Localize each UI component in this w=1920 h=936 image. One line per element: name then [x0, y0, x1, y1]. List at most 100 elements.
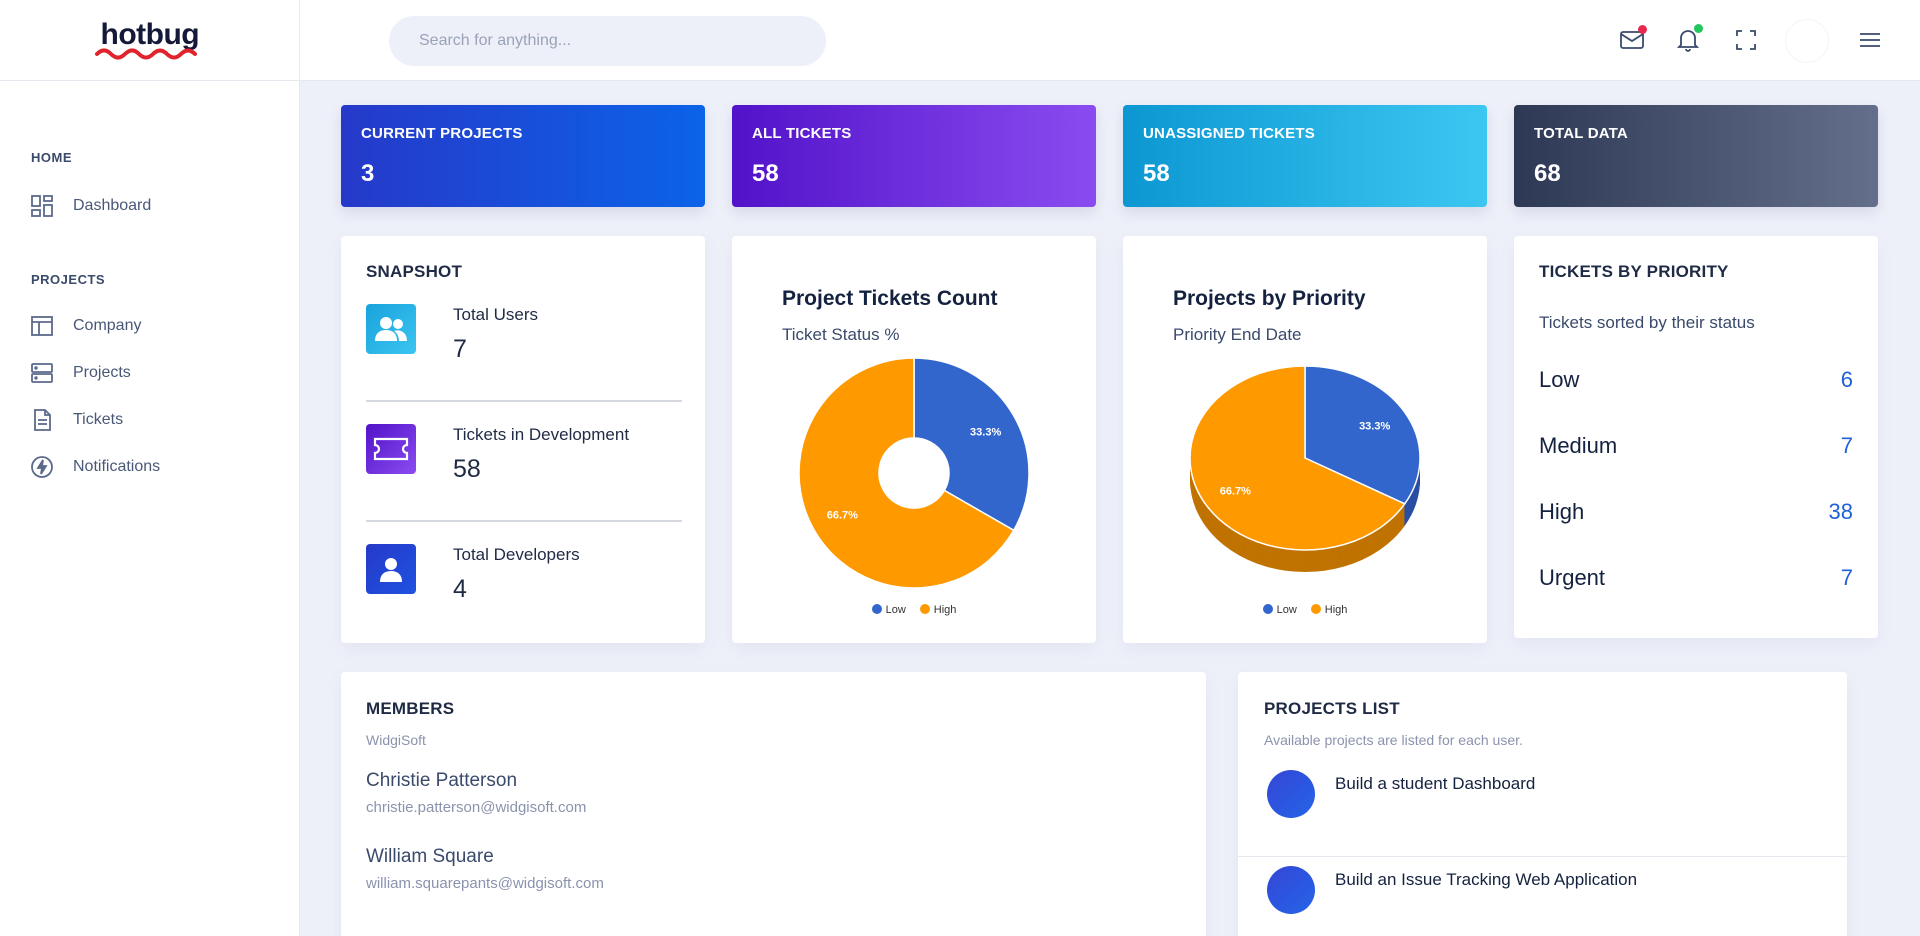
sidebar-item-label: Projects — [73, 363, 131, 381]
projects-list-title: PROJECTS LIST — [1264, 699, 1400, 718]
data-label: 33.3% — [1359, 421, 1390, 433]
projects-list-card: PROJECTS LIST Available projects are lis… — [1238, 672, 1847, 936]
chart-card-projects-priority: Projects by Priority Priority End Date 3… — [1123, 236, 1487, 643]
legend-item-low: Low — [871, 604, 906, 616]
member-name: Christie Patterson — [366, 770, 518, 791]
projects-list-subtitle: Available projects are listed for each u… — [1264, 732, 1523, 748]
stat-card-all-tickets[interactable]: ALL TICKETS 58 — [732, 105, 1096, 207]
mail-badge — [1638, 25, 1647, 34]
snapshot-value: 7 — [453, 335, 467, 363]
logo-wave-icon — [94, 48, 197, 60]
priority-row-high[interactable]: High 38 — [1539, 479, 1853, 545]
bell-badge — [1694, 24, 1703, 33]
priority-count: 7 — [1840, 433, 1853, 458]
project-item[interactable]: Build a student Dashboard — [1238, 748, 1847, 857]
snapshot-row-developers: Total Developers 4 — [366, 544, 682, 640]
priority-card: TICKETS BY PRIORITY Tickets sorted by th… — [1514, 236, 1878, 638]
priority-count: 7 — [1840, 565, 1853, 590]
legend-item-high: High — [919, 604, 956, 616]
priority-count: 6 — [1840, 367, 1853, 392]
chart-card-project-tickets: Project Tickets Count Ticket Status % 33… — [732, 236, 1096, 643]
priority-name: High — [1539, 499, 1585, 524]
chart-subtitle: Priority End Date — [1173, 325, 1302, 344]
sidebar-item-label: Company — [73, 316, 142, 334]
top-header — [300, 0, 1920, 81]
sidebar-item-notifications[interactable]: Notifications — [31, 440, 268, 493]
chart-title: Project Tickets Count — [782, 287, 998, 310]
priority-name: Low — [1539, 367, 1580, 392]
member-email: christie.patterson@widgisoft.com — [366, 799, 587, 816]
priority-title: TICKETS BY PRIORITY — [1539, 262, 1729, 281]
donut-chart: 33.3% 66.7% — [798, 357, 1030, 589]
fullscreen-icon[interactable] — [1732, 26, 1760, 54]
priority-row-medium[interactable]: Medium 7 — [1539, 413, 1853, 479]
snapshot-label: Total Developers — [453, 545, 580, 564]
sidebar-item-tickets[interactable]: Tickets — [31, 393, 268, 446]
search-input[interactable] — [419, 32, 799, 50]
nav-title-home: HOME — [31, 150, 72, 165]
legend-item-low: Low — [1262, 604, 1297, 616]
logo[interactable]: hotbug — [94, 18, 205, 62]
project-avatar — [1267, 866, 1315, 914]
priority-subtitle: Tickets sorted by their status — [1539, 313, 1755, 332]
snapshot-label: Total Users — [453, 305, 539, 324]
divider — [366, 400, 682, 402]
chart-subtitle: Ticket Status % — [782, 325, 900, 344]
member-item[interactable]: Christie Patterson christie.patterson@wi… — [366, 770, 1181, 816]
stat-title: UNASSIGNED TICKETS — [1143, 125, 1315, 142]
member-item[interactable]: William Square william.squarepants@widgi… — [366, 846, 1181, 892]
sidebar-item-label: Dashboard — [73, 196, 152, 214]
project-name: Build an Issue Tracking Web Application — [1335, 870, 1638, 889]
table-icon — [31, 315, 53, 337]
user-icon — [366, 544, 416, 594]
avatar[interactable] — [1786, 20, 1828, 62]
sidebar: hotbug HOME Dashboard PROJECTS Company P… — [0, 0, 300, 936]
snapshot-row-users: Total Users 7 — [366, 304, 682, 400]
data-label: 66.7% — [827, 509, 858, 521]
stat-card-unassigned-tickets[interactable]: UNASSIGNED TICKETS 58 — [1123, 105, 1487, 207]
members-card: MEMBERS WidgiSoft Christie Patterson chr… — [341, 672, 1206, 936]
logo-area: hotbug — [0, 0, 299, 81]
snapshot-title: SNAPSHOT — [366, 262, 463, 281]
chart-legend: Low High — [732, 604, 1096, 616]
server-icon — [31, 362, 53, 384]
sidebar-item-label: Notifications — [73, 457, 161, 475]
search-bar[interactable] — [389, 16, 826, 66]
mail-icon[interactable] — [1618, 25, 1647, 54]
member-name: William Square — [366, 846, 494, 867]
project-item[interactable]: Build an Issue Tracking Web Application — [1238, 857, 1847, 914]
sidebar-item-company[interactable]: Company — [31, 299, 268, 352]
sidebar-item-label: Tickets — [73, 410, 124, 428]
bell-icon[interactable] — [1674, 24, 1703, 54]
stat-card-total-data[interactable]: TOTAL DATA 68 — [1514, 105, 1878, 207]
stat-value: 58 — [1143, 160, 1170, 187]
member-email: william.squarepants@widgisoft.com — [366, 875, 604, 892]
chart-title: Projects by Priority — [1173, 287, 1366, 310]
stat-value: 68 — [1534, 160, 1561, 187]
stat-card-current-projects[interactable]: CURRENT PROJECTS 3 — [341, 105, 705, 207]
priority-row-low[interactable]: Low 6 — [1539, 347, 1853, 413]
document-icon — [31, 408, 53, 431]
sidebar-item-dashboard[interactable]: Dashboard — [31, 179, 268, 232]
stat-title: TOTAL DATA — [1534, 125, 1628, 142]
snapshot-row-tickets: Tickets in Development 58 — [366, 424, 682, 520]
snapshot-value: 58 — [453, 455, 481, 483]
priority-name: Urgent — [1539, 565, 1606, 590]
stat-value: 3 — [361, 160, 375, 187]
sidebar-item-projects[interactable]: Projects — [31, 346, 268, 399]
legend-item-high: High — [1310, 604, 1347, 616]
menu-icon[interactable] — [1856, 26, 1884, 54]
chart-legend: Low High — [1123, 604, 1487, 616]
priority-row-urgent[interactable]: Urgent 7 — [1539, 545, 1853, 611]
priority-name: Medium — [1539, 433, 1618, 458]
snapshot-value: 4 — [453, 575, 467, 603]
snapshot-card: SNAPSHOT Total Users 7 Tickets in Develo… — [341, 236, 705, 643]
project-avatar — [1267, 770, 1315, 818]
nav-section-home: HOME Dashboard PROJECTS Company Projects… — [0, 150, 299, 493]
divider — [366, 520, 682, 522]
members-title: MEMBERS — [366, 699, 455, 718]
users-icon — [366, 304, 416, 354]
priority-count: 38 — [1828, 499, 1853, 524]
nav-title-projects: PROJECTS — [31, 272, 106, 287]
stat-value: 58 — [752, 160, 779, 187]
